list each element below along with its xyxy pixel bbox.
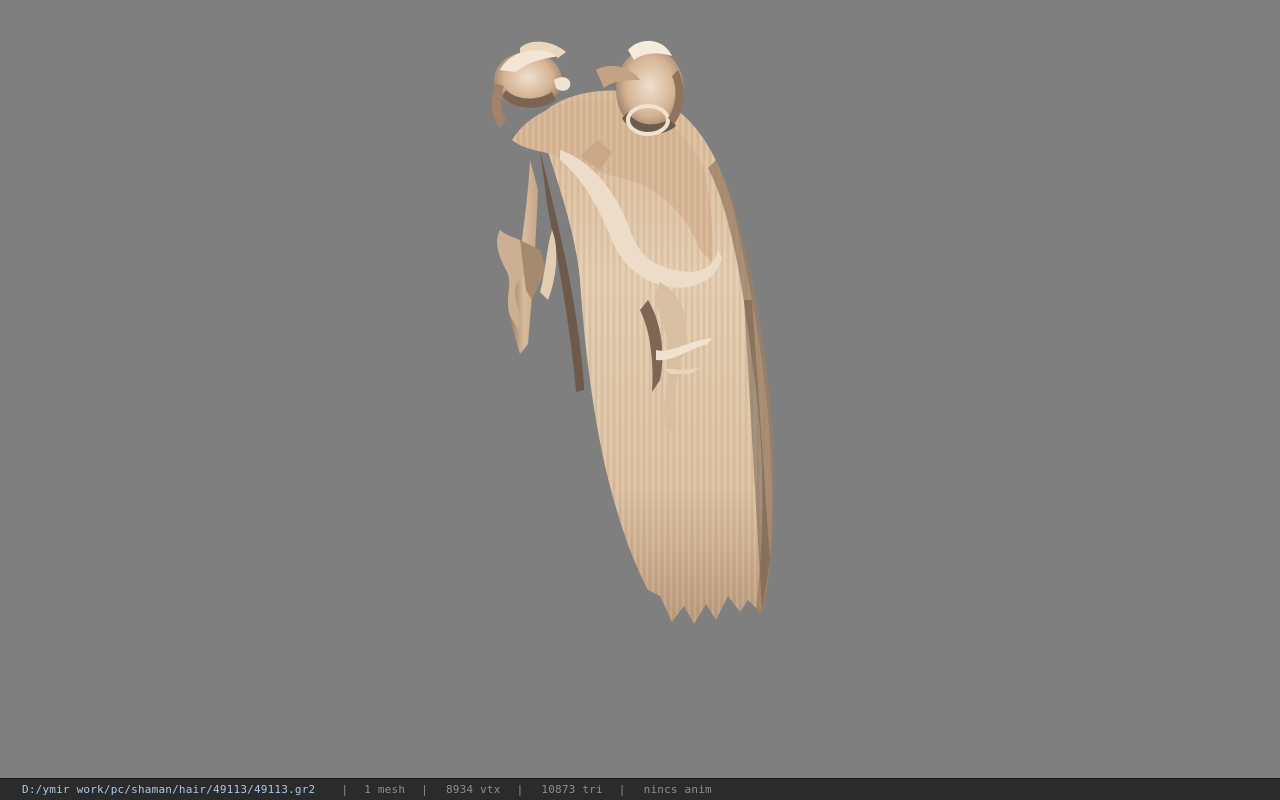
status-separator: | xyxy=(618,783,626,796)
status-separator: | xyxy=(341,783,349,796)
triangle-count-text: 10873 tri xyxy=(541,783,603,796)
status-bar: D:/ymir work/pc/shaman/hair/49113/49113.… xyxy=(0,778,1280,800)
animation-status-text: nincs anim xyxy=(643,783,712,796)
mesh-count-text: 1 mesh xyxy=(364,783,406,796)
3d-viewport[interactable] xyxy=(0,0,1280,778)
status-separator: | xyxy=(516,783,524,796)
file-path-text: D:/ymir work/pc/shaman/hair/49113/49113.… xyxy=(22,783,316,796)
vertex-count-text: 8934 vtx xyxy=(445,783,501,796)
status-separator: | xyxy=(421,783,428,796)
hair-model-icon xyxy=(491,40,774,625)
